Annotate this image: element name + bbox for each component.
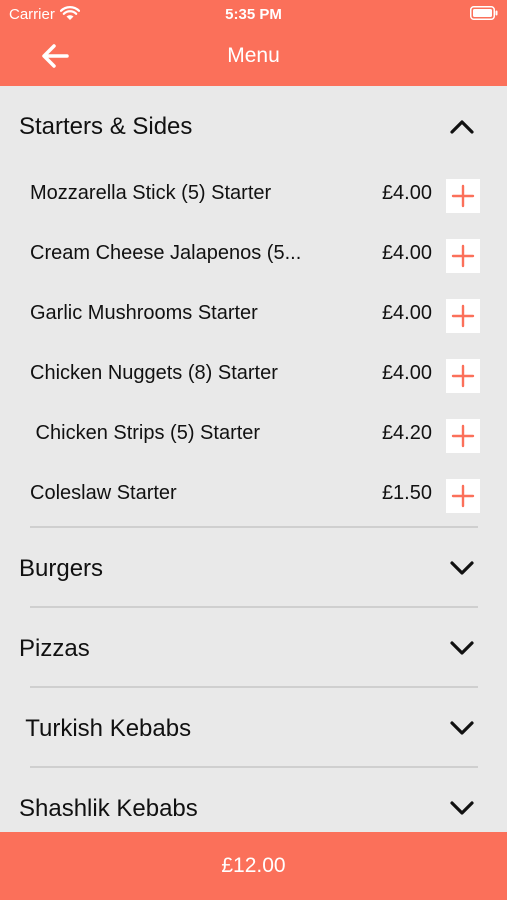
add-item-button[interactable]	[446, 419, 480, 453]
section-header-pizzas[interactable]: Pizzas	[0, 608, 507, 688]
plus-icon	[451, 304, 475, 328]
section-title: Turkish Kebabs	[19, 715, 192, 742]
plus-icon	[451, 184, 475, 208]
chevron-down-icon[interactable]	[449, 798, 475, 818]
item-price: £4.00	[381, 362, 432, 384]
menu-item: Chicken Nuggets (8) Starter £4.00	[0, 346, 507, 406]
item-name: Coleslaw Starter	[30, 482, 177, 504]
plus-icon	[451, 244, 475, 268]
chevron-down-icon[interactable]	[449, 718, 475, 738]
item-name: Garlic Mushrooms Starter	[30, 302, 258, 324]
add-item-button[interactable]	[446, 239, 480, 273]
menu-item: Cream Cheese Jalapenos (5... £4.00	[0, 226, 507, 286]
basket-total-button[interactable]: £12.00	[0, 832, 507, 900]
chevron-up-icon[interactable]	[449, 116, 475, 136]
item-name: Cream Cheese Jalapenos (5...	[30, 242, 302, 264]
item-price: £4.20	[381, 422, 432, 444]
plus-icon	[451, 484, 475, 508]
menu-item: Coleslaw Starter £1.50	[0, 466, 507, 526]
menu-item: Mozzarella Stick (5) Starter £4.00	[0, 166, 507, 226]
add-item-button[interactable]	[446, 299, 480, 333]
section-header-shashlik-kebabs[interactable]: Shashlik Kebabs	[0, 768, 507, 832]
section-title: Starters & Sides	[19, 113, 193, 140]
menu-item: Chicken Strips (5) Starter £4.20	[0, 406, 507, 466]
plus-icon	[451, 364, 475, 388]
battery-icon	[470, 6, 498, 20]
basket-total: £12.00	[221, 854, 286, 877]
add-item-button[interactable]	[446, 359, 480, 393]
page-title: Menu	[227, 44, 280, 67]
plus-icon	[451, 424, 475, 448]
section-header-burgers[interactable]: Burgers	[0, 528, 507, 608]
status-bar: Carrier 5:35 PM	[0, 0, 507, 28]
item-name: Mozzarella Stick (5) Starter	[30, 182, 272, 204]
status-time: 5:35 PM	[225, 6, 282, 23]
chevron-down-icon[interactable]	[449, 638, 475, 658]
chevron-down-icon[interactable]	[449, 558, 475, 578]
item-price: £4.00	[381, 242, 432, 264]
item-price: £1.50	[381, 482, 432, 504]
item-name: Chicken Strips (5) Starter	[30, 422, 261, 444]
add-item-button[interactable]	[446, 479, 480, 513]
section-title: Burgers	[19, 555, 104, 582]
section-title: Shashlik Kebabs	[19, 795, 198, 822]
section-header-starters[interactable]: Starters & Sides	[0, 86, 507, 166]
item-name: Chicken Nuggets (8) Starter	[30, 362, 278, 384]
menu-list[interactable]: Starters & Sides Mozzarella Stick (5) St…	[0, 86, 507, 832]
app-header: Carrier 5:35 PM Menu	[0, 0, 507, 86]
add-item-button[interactable]	[446, 179, 480, 213]
section-title: Pizzas	[19, 635, 90, 662]
item-price: £4.00	[381, 302, 432, 324]
section-header-turkish-kebabs[interactable]: Turkish Kebabs	[0, 688, 507, 768]
item-price: £4.00	[381, 182, 432, 204]
menu-item: Garlic Mushrooms Starter £4.00	[0, 286, 507, 346]
